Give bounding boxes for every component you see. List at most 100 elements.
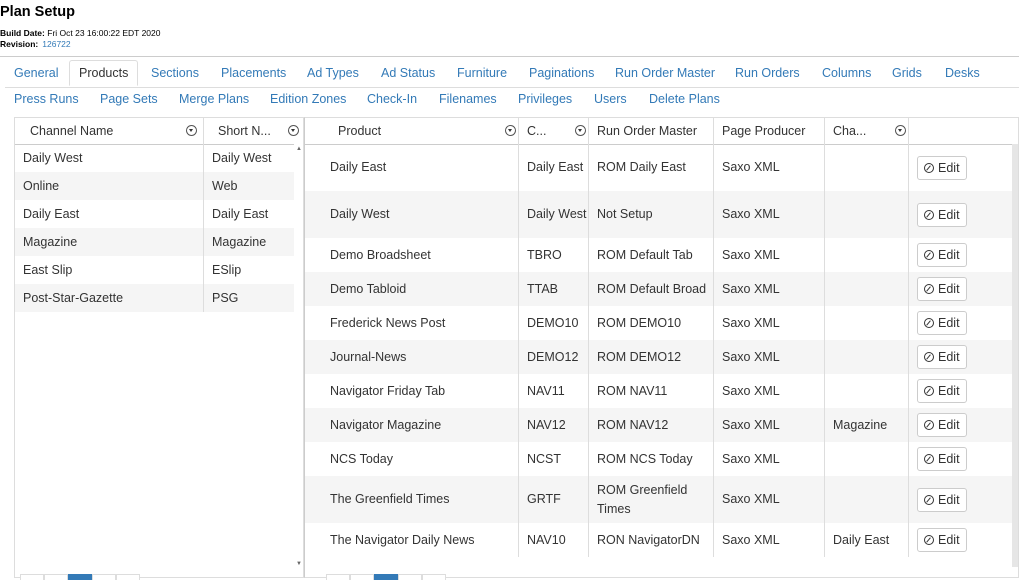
table-row[interactable]: Post-Star-Gazette PSG [15, 284, 303, 312]
table-cell: Frederick News Post [305, 306, 519, 340]
pager-button[interactable] [422, 574, 446, 580]
table-row[interactable]: Demo Broadsheet TBRO ROM Default Tab Saxo X… [305, 238, 1018, 272]
table-cell: The Greenfield Times [305, 476, 519, 523]
edit-button[interactable]: Edit [917, 528, 967, 552]
table-cell: Saxo XML [714, 272, 825, 306]
column-header[interactable]: Run Order Master [589, 118, 714, 144]
column-header[interactable]: Product [305, 118, 519, 144]
tab-users[interactable]: Users [585, 89, 636, 109]
channels-grid-header: Channel Name Short N... [15, 118, 303, 145]
revision-link[interactable]: 126722 [42, 39, 70, 49]
tab-merge-plans[interactable]: Merge Plans [170, 89, 258, 109]
table-cell [825, 238, 909, 272]
edit-button[interactable]: Edit [917, 243, 967, 267]
tab-desks[interactable]: Desks [936, 60, 989, 86]
filter-icon[interactable] [186, 125, 197, 136]
filter-icon[interactable] [505, 125, 516, 136]
tab-furniture[interactable]: Furniture [448, 60, 516, 86]
pager-button-current[interactable] [374, 574, 398, 580]
tab-press-runs[interactable]: Press Runs [5, 89, 88, 109]
table-row[interactable]: Daily West Daily West [15, 144, 303, 172]
pager-button[interactable] [326, 574, 350, 580]
table-row[interactable]: Demo Tabloid TTAB ROM Default Broad Saxo XM… [305, 272, 1018, 306]
edit-button[interactable]: Edit [917, 413, 967, 437]
products-grid-scrollbar[interactable] [1012, 144, 1018, 567]
edit-label: Edit [938, 384, 960, 398]
build-info: Build Date: Fri Oct 23 16:00:22 EDT 2020… [0, 28, 161, 50]
table-cell: Demo Broadsheet [305, 238, 519, 272]
tab-run-orders[interactable]: Run Orders [726, 60, 809, 86]
edit-label: Edit [938, 452, 960, 466]
tab-delete-plans[interactable]: Delete Plans [640, 89, 729, 109]
pager-button[interactable] [44, 574, 68, 580]
table-row[interactable]: The Navigator Daily News NAV10 RON Navigat… [305, 523, 1018, 557]
pager-button[interactable] [92, 574, 116, 580]
table-cell: GRTF [519, 476, 589, 523]
column-header[interactable]: Page Producer [714, 118, 825, 144]
table-row[interactable]: East Slip ESlip [15, 256, 303, 284]
pager-button-current[interactable] [68, 574, 92, 580]
table-row[interactable]: Online Web [15, 172, 303, 200]
tab-sections[interactable]: Sections [142, 60, 208, 86]
table-row[interactable]: Daily East Daily East [15, 200, 303, 228]
pager-button[interactable] [398, 574, 422, 580]
table-cell [825, 374, 909, 408]
tab-run-order-master[interactable]: Run Order Master [606, 60, 724, 86]
table-row[interactable]: Navigator Magazine NAV12 ROM NAV12 Saxo XML… [305, 408, 1018, 442]
table-cell: TBRO [519, 238, 589, 272]
filter-icon[interactable] [575, 125, 586, 136]
edit-button[interactable]: Edit [917, 447, 967, 471]
tab-columns[interactable]: Columns [813, 60, 880, 86]
table-row[interactable]: Daily East Daily East ROM Daily East Saxo X… [305, 144, 1018, 191]
tab-placements[interactable]: Placements [212, 60, 295, 86]
edit-button[interactable]: Edit [917, 345, 967, 369]
edit-icon [924, 420, 934, 430]
filter-icon[interactable] [288, 125, 299, 136]
filter-icon[interactable] [895, 125, 906, 136]
pager-button[interactable] [20, 574, 44, 580]
table-cell: NAV11 [519, 374, 589, 408]
tab-page-sets[interactable]: Page Sets [91, 89, 167, 109]
scroll-up-icon[interactable]: ▲ [296, 146, 302, 152]
edit-icon [924, 386, 934, 396]
tab-products[interactable]: Products [69, 60, 139, 86]
pager-button[interactable] [350, 574, 374, 580]
edit-icon [924, 494, 934, 505]
table-row[interactable]: Magazine Magazine [15, 228, 303, 256]
edit-icon [924, 318, 934, 328]
edit-button[interactable]: Edit [917, 379, 967, 403]
tab-filenames[interactable]: Filenames [430, 89, 506, 109]
table-cell: ROM NCS Today [589, 442, 714, 476]
tab-grids[interactable]: Grids [883, 60, 931, 86]
edit-button[interactable]: Edit [917, 155, 967, 180]
table-cell: NCS Today [305, 442, 519, 476]
table-cell: Online [15, 172, 204, 200]
table-row[interactable]: The Greenfield Times GRTF ROM Greenfield T… [305, 476, 1018, 523]
pager-button[interactable] [116, 574, 140, 580]
tab-privileges[interactable]: Privileges [509, 89, 581, 109]
tab-ad-status[interactable]: Ad Status [372, 60, 444, 86]
edit-button[interactable]: Edit [917, 311, 967, 335]
table-row[interactable]: NCS Today NCST ROM NCS Today Saxo XML Edit [305, 442, 1018, 476]
table-row[interactable]: Navigator Friday Tab NAV11 ROM NAV11 Saxo X… [305, 374, 1018, 408]
column-header[interactable]: Channel Name [15, 118, 204, 144]
table-row[interactable]: Daily West Daily West Not Setup Saxo XML Edi… [305, 191, 1018, 238]
scroll-down-icon[interactable]: ▼ [296, 561, 302, 567]
table-cell: ROM NAV11 [589, 374, 714, 408]
table-cell [825, 442, 909, 476]
tab-general[interactable]: General [5, 60, 67, 86]
table-cell [825, 476, 909, 523]
edit-button[interactable]: Edit [917, 277, 967, 301]
tab-check-in[interactable]: Check-In [358, 89, 426, 109]
tab-paginations[interactable]: Paginations [520, 60, 603, 86]
table-row[interactable]: Frederick News Post DEMO10 ROM DEMO10 Saxo … [305, 306, 1018, 340]
edit-button[interactable]: Edit [917, 487, 967, 512]
table-row[interactable]: Journal-News DEMO12 ROM DEMO12 Saxo XML Edit [305, 340, 1018, 374]
table-cell: Saxo XML [714, 144, 825, 191]
channels-grid-scrollbar[interactable]: ▲ ▼ [294, 144, 303, 567]
edit-button[interactable]: Edit [917, 202, 967, 227]
tab-edition-zones[interactable]: Edition Zones [261, 89, 355, 109]
table-cell: ROM DEMO12 [589, 340, 714, 374]
table-cell: ROM Default Broad [589, 272, 714, 306]
tab-ad-types[interactable]: Ad Types [298, 60, 368, 86]
